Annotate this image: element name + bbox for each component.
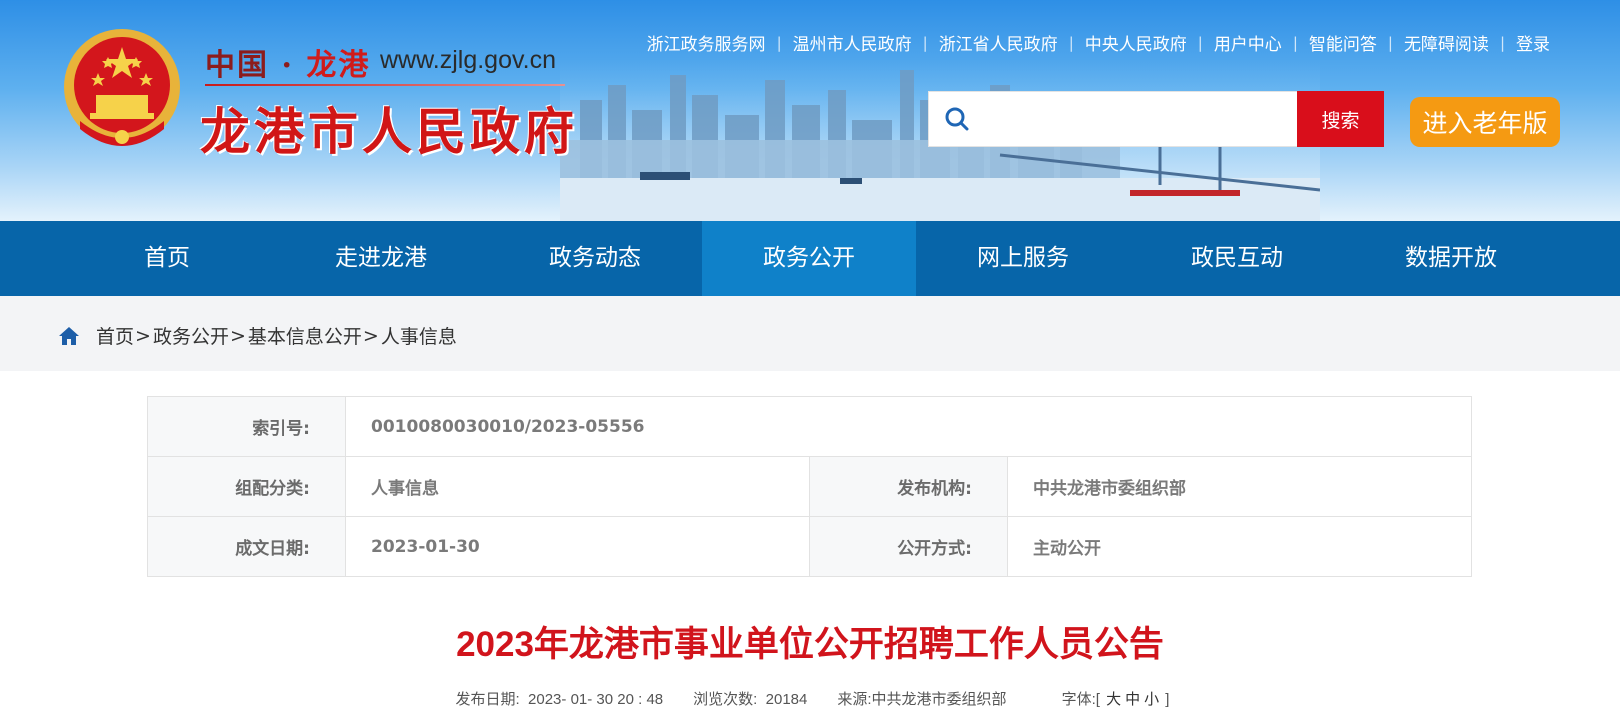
breadcrumb: 首页 > 政务公开 > 基本信息公开 > 人事信息 xyxy=(58,322,457,349)
font-large-button[interactable]: 大 xyxy=(1106,691,1121,708)
toplink-login[interactable]: 登录 xyxy=(1516,30,1550,55)
views-value: 20184 xyxy=(765,691,808,708)
site-prefix: 中国 · xyxy=(205,48,307,83)
table-row: 索引号: 0010080030010/2023-05556 xyxy=(147,396,1472,457)
nav-online-service[interactable]: 网上服务 xyxy=(916,221,1130,296)
index-value: 0010080030010/2023-05556 xyxy=(345,396,1472,457)
disclosure-value: 主动公开 xyxy=(1007,516,1472,577)
toplink-central-gov[interactable]: 中央人民政府 xyxy=(1085,30,1187,55)
search-input[interactable] xyxy=(985,92,1299,146)
site-city: 龙港 xyxy=(306,48,371,83)
main-nav: 首页 走进龙港 政务动态 政务公开 网上服务 政民互动 数据开放 xyxy=(0,221,1620,296)
nav-open-data[interactable]: 数据开放 xyxy=(1344,221,1558,296)
toplink-accessibility[interactable]: 无障碍阅读 xyxy=(1404,30,1489,55)
separator: | xyxy=(1387,33,1393,52)
disclosure-label: 公开方式: xyxy=(809,516,1008,577)
site-header: 中国 · 龙港 www.zjlg.gov.cn 龙港市人民政府 浙江政务服务网 |… xyxy=(0,0,1620,221)
nav-about[interactable]: 走进龙港 xyxy=(274,221,488,296)
publish-label: 发布日期: xyxy=(455,691,520,708)
elder-mode-button[interactable]: 进入老年版 xyxy=(1410,97,1560,147)
breadcrumb-personnel[interactable]: 人事信息 xyxy=(381,322,457,349)
header-divider xyxy=(205,84,565,86)
separator: | xyxy=(1499,33,1505,52)
nav-home[interactable]: 首页 xyxy=(60,221,274,296)
toplink-zhejiang-gov[interactable]: 浙江省人民政府 xyxy=(939,30,1058,55)
publish-value: 2023- 01- 30 20 : 48 xyxy=(528,691,664,708)
publisher-value: 中共龙港市委组织部 xyxy=(1007,456,1472,517)
views-label: 浏览次数: xyxy=(693,691,758,708)
toplink-wenzhou-gov[interactable]: 温州市人民政府 xyxy=(793,30,912,55)
site-name-logo: 龙港市人民政府 xyxy=(200,102,578,161)
index-label: 索引号: xyxy=(147,396,346,457)
toplink-zj-service[interactable]: 浙江政务服务网 xyxy=(647,30,766,55)
source-label: 来源: xyxy=(837,691,872,708)
article-meta: 发布日期: 2023- 01- 30 20 : 48 浏览次数: 20184 来… xyxy=(0,688,1620,709)
search-box xyxy=(928,91,1300,147)
breadcrumb-home[interactable]: 首页 xyxy=(96,322,134,349)
breadcrumb-basic-info[interactable]: 基本信息公开 xyxy=(248,322,362,349)
date-value: 2023-01-30 xyxy=(345,516,810,577)
font-small-button[interactable]: 小 xyxy=(1144,691,1159,708)
category-label: 组配分类: xyxy=(147,456,346,517)
separator: | xyxy=(776,33,782,52)
site-region-title: 中国 · 龙港 xyxy=(205,40,370,84)
bracket-close: ] xyxy=(1165,691,1170,708)
breadcrumb-disclosure[interactable]: 政务公开 xyxy=(153,322,229,349)
breadcrumb-separator: > xyxy=(362,324,379,347)
table-row: 成文日期: 2023-01-30 公开方式: 主动公开 xyxy=(147,516,1472,577)
site-url: www.zjlg.gov.cn xyxy=(380,46,556,74)
nav-disclosure[interactable]: 政务公开 xyxy=(702,221,916,296)
category-value: 人事信息 xyxy=(345,456,810,517)
separator: | xyxy=(1292,33,1298,52)
table-row: 组配分类: 人事信息 发布机构: 中共龙港市委组织部 xyxy=(147,456,1472,517)
toplink-smart-qa[interactable]: 智能问答 xyxy=(1309,30,1377,55)
date-label: 成文日期: xyxy=(147,516,346,577)
font-label: 字体: xyxy=(1061,691,1096,708)
national-emblem-icon xyxy=(64,29,180,146)
toplink-user-center[interactable]: 用户中心 xyxy=(1214,30,1282,55)
home-icon[interactable] xyxy=(58,326,80,346)
font-medium-button[interactable]: 中 xyxy=(1125,691,1140,708)
publisher-label: 发布机构: xyxy=(809,456,1008,517)
breadcrumb-bar: 首页 > 政务公开 > 基本信息公开 > 人事信息 xyxy=(0,296,1620,371)
font-size-switcher: 字体:[ 大中小 ] xyxy=(1062,688,1170,709)
document-info-table: 索引号: 0010080030010/2023-05556 组配分类: 人事信息… xyxy=(147,396,1472,577)
source-value: 中共龙港市委组织部 xyxy=(871,691,1007,708)
separator: | xyxy=(1068,33,1074,52)
nav-news[interactable]: 政务动态 xyxy=(488,221,702,296)
view-count: 浏览次数: 20184 xyxy=(693,688,807,709)
publish-date: 发布日期: 2023- 01- 30 20 : 48 xyxy=(456,688,664,709)
separator: | xyxy=(922,33,928,52)
article-title: 2023年龙港市事业单位公开招聘工作人员公告 xyxy=(456,625,1164,664)
separator: | xyxy=(1197,33,1203,52)
breadcrumb-separator: > xyxy=(135,324,151,347)
breadcrumb-separator: > xyxy=(229,324,246,347)
search-icon xyxy=(929,106,985,132)
source: 来源:中共龙港市委组织部 xyxy=(837,688,1006,709)
search-button[interactable]: 搜索 xyxy=(1297,91,1384,147)
bracket-open: [ xyxy=(1095,691,1100,708)
nav-interaction[interactable]: 政民互动 xyxy=(1130,221,1344,296)
top-links: 浙江政务服务网 | 温州市人民政府 | 浙江省人民政府 | 中央人民政府 | 用户中心 |… xyxy=(647,30,1550,56)
